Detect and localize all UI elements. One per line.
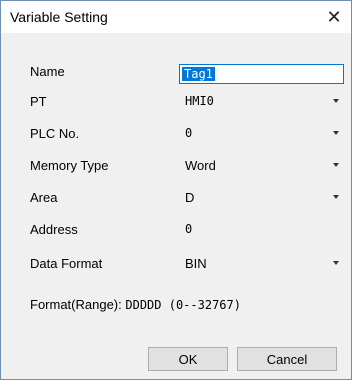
chevron-down-icon [333, 99, 339, 103]
name-input[interactable]: Tag1 [179, 64, 344, 84]
format-range: Format(Range): DDDDD (0--32767) [30, 297, 241, 312]
data-format-select[interactable]: BIN [171, 252, 345, 274]
pt-label: PT [30, 94, 47, 109]
data-format-label: Data Format [30, 256, 103, 271]
dialog-title: Variable Setting [10, 9, 108, 25]
format-range-value: DDDDD (0--32767) [125, 298, 241, 312]
area-select-value: D [185, 190, 195, 205]
format-range-label: Format(Range): [30, 297, 122, 312]
memory-type-select[interactable]: Word [171, 154, 345, 176]
pt-select[interactable]: HMI0 [171, 90, 345, 112]
title-bar: Variable Setting ✕ [1, 1, 351, 33]
plc-no-select[interactable]: 0 [171, 122, 345, 144]
address-label: Address [30, 222, 78, 237]
data-format-select-value: BIN [185, 256, 207, 271]
memory-type-label: Memory Type [30, 158, 109, 173]
plc-no-label: PLC No. [30, 126, 80, 141]
chevron-down-icon [333, 261, 339, 265]
name-input-value: Tag1 [182, 67, 215, 81]
ok-button[interactable]: OK [148, 347, 228, 371]
plc-no-select-value: 0 [185, 126, 193, 140]
area-label: Area [30, 190, 58, 205]
name-label: Name [30, 64, 65, 79]
chevron-down-icon [333, 131, 339, 135]
variable-setting-dialog: Variable Setting ✕ Name Tag1 PT HMI0 PLC… [0, 0, 352, 380]
chevron-down-icon [333, 163, 339, 167]
area-select[interactable]: D [171, 186, 345, 208]
chevron-down-icon [333, 195, 339, 199]
address-input-value: 0 [185, 222, 193, 236]
cancel-button[interactable]: Cancel [237, 347, 337, 371]
address-input[interactable]: 0 [171, 218, 345, 240]
memory-type-select-value: Word [185, 158, 216, 173]
pt-select-value: HMI0 [185, 94, 214, 108]
close-icon[interactable]: ✕ [321, 4, 347, 30]
